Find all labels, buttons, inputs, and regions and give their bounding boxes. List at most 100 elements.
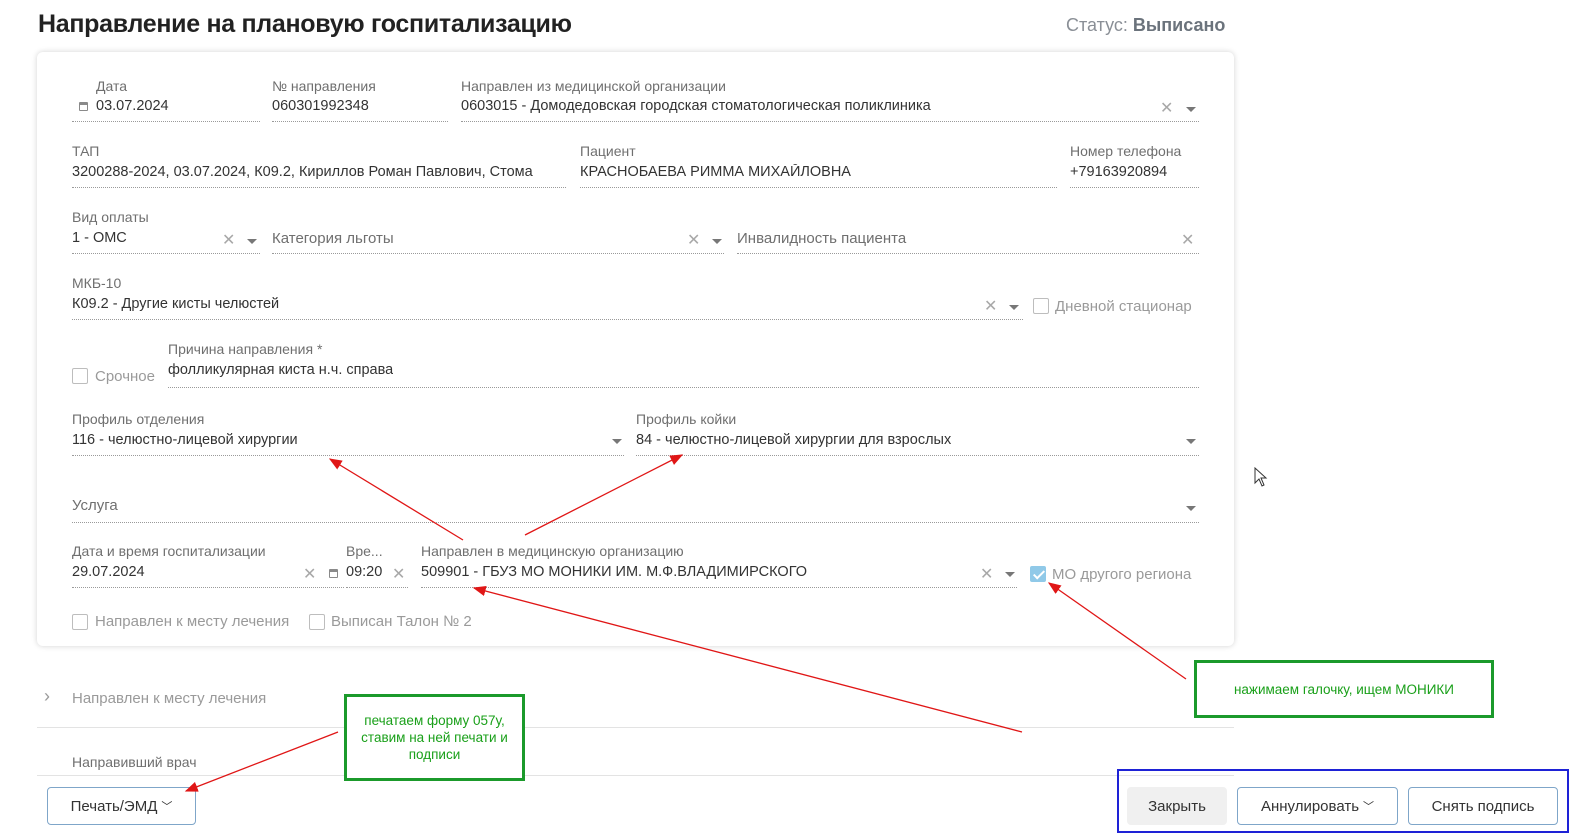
service-underline <box>72 522 1199 523</box>
to-org-clear-icon[interactable]: ✕ <box>980 567 993 583</box>
hosp-time-clear-icon[interactable]: ✕ <box>392 567 405 583</box>
benefit-category-underline <box>272 253 724 254</box>
from-org-value[interactable]: 0603015 - Домодедовская городская стомат… <box>461 98 1151 114</box>
phone-value[interactable]: +79163920894 <box>1070 164 1167 180</box>
bed-profile-underline <box>636 455 1199 456</box>
date-label: Дата <box>96 78 128 94</box>
from-org-underline <box>461 121 1199 122</box>
hosp-date-clear-icon[interactable]: ✕ <box>303 567 316 583</box>
department-profile-underline <box>72 455 624 456</box>
calendar-icon[interactable] <box>329 569 338 578</box>
phone-underline <box>1070 187 1199 188</box>
remove-signature-label: Снять подпись <box>1431 797 1535 815</box>
bed-profile-label: Профиль койки <box>636 411 737 427</box>
patient-underline <box>580 187 1057 188</box>
reason-value[interactable]: фолликулярная киста н.ч. справа <box>168 362 393 378</box>
referral-number-underline <box>272 121 448 122</box>
from-org-label: Направлен из медицинской организации <box>461 78 726 94</box>
payment-dropdown-icon[interactable] <box>247 239 257 244</box>
hosp-time-value[interactable]: 09:20 <box>346 564 382 580</box>
talon-checkbox[interactable] <box>309 614 325 630</box>
chevron-down-icon: ﹀ <box>161 801 173 813</box>
to-treatment-place-checkbox[interactable] <box>72 614 88 630</box>
tap-underline <box>72 187 566 188</box>
from-org-clear-icon[interactable]: ✕ <box>1160 101 1173 117</box>
print-emd-label: Печать/ЭМД <box>70 797 158 815</box>
hosp-date-value[interactable]: 29.07.2024 <box>72 564 145 580</box>
chevron-down-icon: ﹀ <box>1363 801 1375 813</box>
department-profile-label: Профиль отделения <box>72 411 205 427</box>
payment-underline <box>72 253 260 254</box>
annotation-note-moniki: нажимаем галочку, ищем МОНИКИ <box>1194 660 1494 718</box>
section-treatment-place[interactable]: Направлен к месту лечения <box>72 690 266 707</box>
department-profile-dropdown-icon[interactable] <box>612 439 622 444</box>
to-org-label: Направлен в медицинскую организацию <box>421 543 684 559</box>
benefit-category-dropdown-icon[interactable] <box>712 239 722 244</box>
mkb-underline <box>72 319 1023 320</box>
status-label: Статус: <box>1066 15 1128 35</box>
to-treatment-place-label: Направлен к месту лечения <box>95 613 290 630</box>
section-divider <box>37 727 1234 728</box>
patient-value[interactable]: КРАСНОБАЕВА РИММА МИХАЙЛОВНА <box>580 164 851 180</box>
remove-signature-button[interactable]: Снять подпись <box>1408 787 1558 825</box>
tap-value[interactable]: 3200288-2024, 03.07.2024, К09.2, Кирилло… <box>72 164 546 180</box>
from-org-dropdown-icon[interactable] <box>1186 107 1196 112</box>
annul-label: Аннулировать <box>1260 797 1360 815</box>
hosp-date-label: Дата и время госпитализации <box>72 543 266 559</box>
mkb-label: МКБ-10 <box>72 275 122 291</box>
hosp-time-underline <box>346 587 408 588</box>
referral-number-label: № направления <box>272 78 376 94</box>
benefit-category-clear-icon[interactable]: ✕ <box>687 233 700 249</box>
disability-underline <box>737 253 1199 254</box>
status-value: Выписано <box>1132 15 1226 35</box>
reason-underline <box>168 387 1199 388</box>
talon-label: Выписан Талон № 2 <box>331 613 472 630</box>
benefit-category-input[interactable]: Категория льготы <box>272 230 394 247</box>
urgent-label: Срочное <box>95 368 155 385</box>
other-region-checkbox[interactable] <box>1030 566 1046 582</box>
patient-label: Пациент <box>580 143 636 159</box>
date-underline <box>72 121 260 122</box>
mouse-cursor-icon <box>1254 467 1268 487</box>
other-region-label: МО другого региона <box>1052 566 1192 583</box>
day-hospital-checkbox[interactable] <box>1033 298 1049 314</box>
payment-label: Вид оплаты <box>72 209 149 225</box>
payment-clear-icon[interactable]: ✕ <box>222 233 235 249</box>
mkb-value[interactable]: К09.2 - Другие кисты челюстей <box>72 296 279 312</box>
department-profile-value[interactable]: 116 - челюстно-лицевой хирургии <box>72 432 298 448</box>
tap-label: ТАП <box>72 143 100 159</box>
annotation-note-print: печатаем форму 057у, ставим на ней печат… <box>344 694 525 781</box>
close-label: Закрыть <box>1148 797 1206 815</box>
to-org-underline <box>421 587 1017 588</box>
service-dropdown-icon[interactable] <box>1186 506 1196 511</box>
mkb-clear-icon[interactable]: ✕ <box>984 299 997 315</box>
hosp-time-label: Вре... <box>346 543 383 559</box>
hosp-date-underline <box>72 587 344 588</box>
to-org-value[interactable]: 509901 - ГБУЗ МО МОНИКИ ИМ. М.Ф.ВЛАДИМИР… <box>421 564 807 580</box>
page: Направление на плановую госпитализацию С… <box>0 0 1571 839</box>
date-value[interactable]: 03.07.2024 <box>96 98 169 114</box>
day-hospital-label: Дневной стационар <box>1055 298 1192 315</box>
section-divider <box>37 775 1234 776</box>
bed-profile-value[interactable]: 84 - челюстно-лицевой хирургии для взрос… <box>636 432 951 448</box>
to-org-dropdown-icon[interactable] <box>1005 572 1015 577</box>
arrow-to-print-button <box>184 731 339 792</box>
referral-number-value[interactable]: 060301992348 <box>272 98 369 114</box>
urgent-checkbox[interactable] <box>72 368 88 384</box>
reason-label: Причина направления * <box>168 341 323 357</box>
disability-clear-icon[interactable]: ✕ <box>1181 233 1194 249</box>
mkb-dropdown-icon[interactable] <box>1009 305 1019 310</box>
payment-value[interactable]: 1 - ОМС <box>72 230 127 246</box>
page-title: Направление на плановую госпитализацию <box>38 10 572 38</box>
print-emd-button[interactable]: Печать/ЭМД ﹀ <box>47 787 196 825</box>
disability-input[interactable]: Инвалидность пациента <box>737 230 906 247</box>
close-button[interactable]: Закрыть <box>1127 787 1227 825</box>
section-referring-doctor: Направивший врач <box>72 754 197 770</box>
status-indicator: Статус: Выписано <box>1066 15 1225 36</box>
phone-label: Номер телефона <box>1070 143 1182 159</box>
annul-button[interactable]: Аннулировать ﹀ <box>1237 787 1398 825</box>
calendar-icon[interactable] <box>79 102 88 111</box>
service-input[interactable]: Услуга <box>72 497 118 514</box>
bed-profile-dropdown-icon[interactable] <box>1186 439 1196 444</box>
chevron-right-icon[interactable]: › <box>44 686 50 707</box>
